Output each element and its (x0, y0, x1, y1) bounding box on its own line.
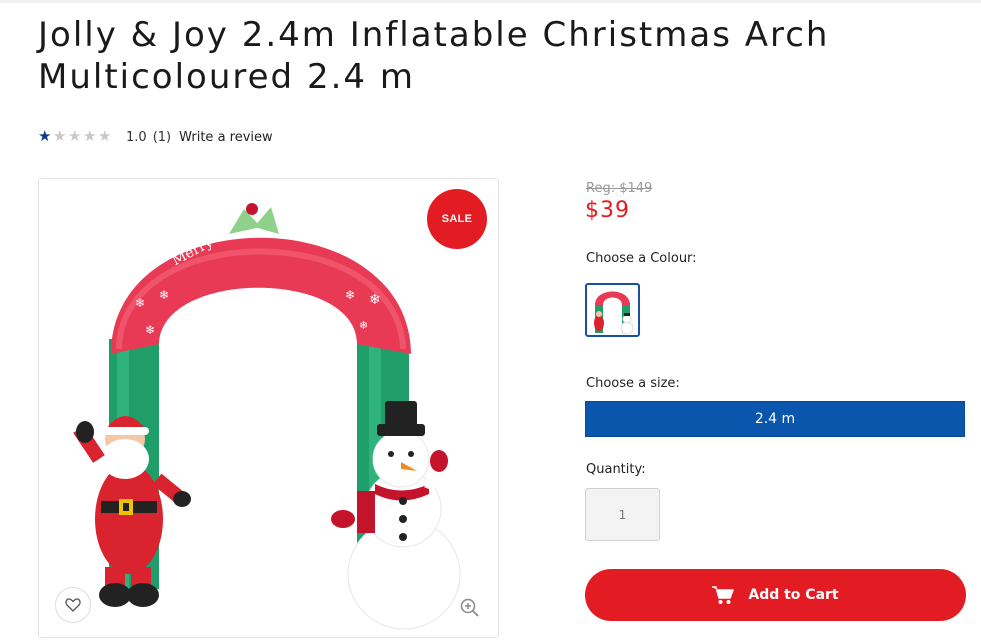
cart-icon (712, 585, 735, 605)
colour-swatch-thumbnail (594, 291, 634, 335)
svg-text:❄: ❄ (359, 320, 368, 332)
product-image: Merry Christmas ❄ ❄ ❄ ❄ ❄ ❄ ❄ (73, 203, 461, 630)
svg-text:❄: ❄ (369, 291, 381, 307)
star-icon: ★ (68, 128, 82, 145)
heart-icon (65, 598, 81, 612)
star-icon: ★ (98, 128, 112, 145)
sale-badge: SALE (427, 189, 487, 249)
page-title: Jolly & Joy 2.4m Inflatable Christmas Ar… (38, 15, 830, 97)
svg-text:❄: ❄ (145, 323, 155, 337)
rating-row: ★ ★ ★ ★ ★ 1.0 (1) Write a review (38, 128, 273, 146)
svg-text:❄: ❄ (135, 296, 145, 310)
product-image-gallery[interactable]: Merry Christmas ❄ ❄ ❄ ❄ ❄ ❄ ❄ SALE (38, 178, 499, 638)
zoom-button[interactable] (459, 597, 481, 619)
star-icon: ★ (53, 128, 67, 145)
svg-text:❄: ❄ (375, 265, 384, 277)
add-to-cart-button[interactable]: Add to Cart (585, 569, 966, 621)
svg-text:❄: ❄ (159, 288, 169, 302)
write-review-link[interactable]: Write a review (179, 130, 273, 145)
rating-count[interactable]: (1) (153, 130, 171, 145)
rating-value: 1.0 (126, 129, 147, 145)
colour-swatch[interactable] (585, 283, 640, 337)
star-icon: ★ (83, 128, 97, 145)
add-to-cart-label: Add to Cart (748, 587, 839, 603)
zoom-in-icon (460, 598, 479, 617)
colour-label: Choose a Colour: (586, 251, 697, 266)
sale-price: $39 (585, 198, 630, 223)
regular-price: Reg: $149 (586, 181, 653, 196)
size-label: Choose a size: (586, 376, 680, 391)
star-icon: ★ (38, 128, 52, 145)
quantity-label: Quantity: (586, 462, 646, 477)
quantity-input[interactable] (585, 488, 660, 541)
top-border (0, 0, 981, 3)
wishlist-button[interactable] (55, 587, 91, 623)
rating-stars: ★ ★ ★ ★ ★ (38, 129, 113, 145)
svg-text:❄: ❄ (345, 288, 355, 302)
size-option-2-4m[interactable]: 2.4 m (585, 401, 965, 437)
